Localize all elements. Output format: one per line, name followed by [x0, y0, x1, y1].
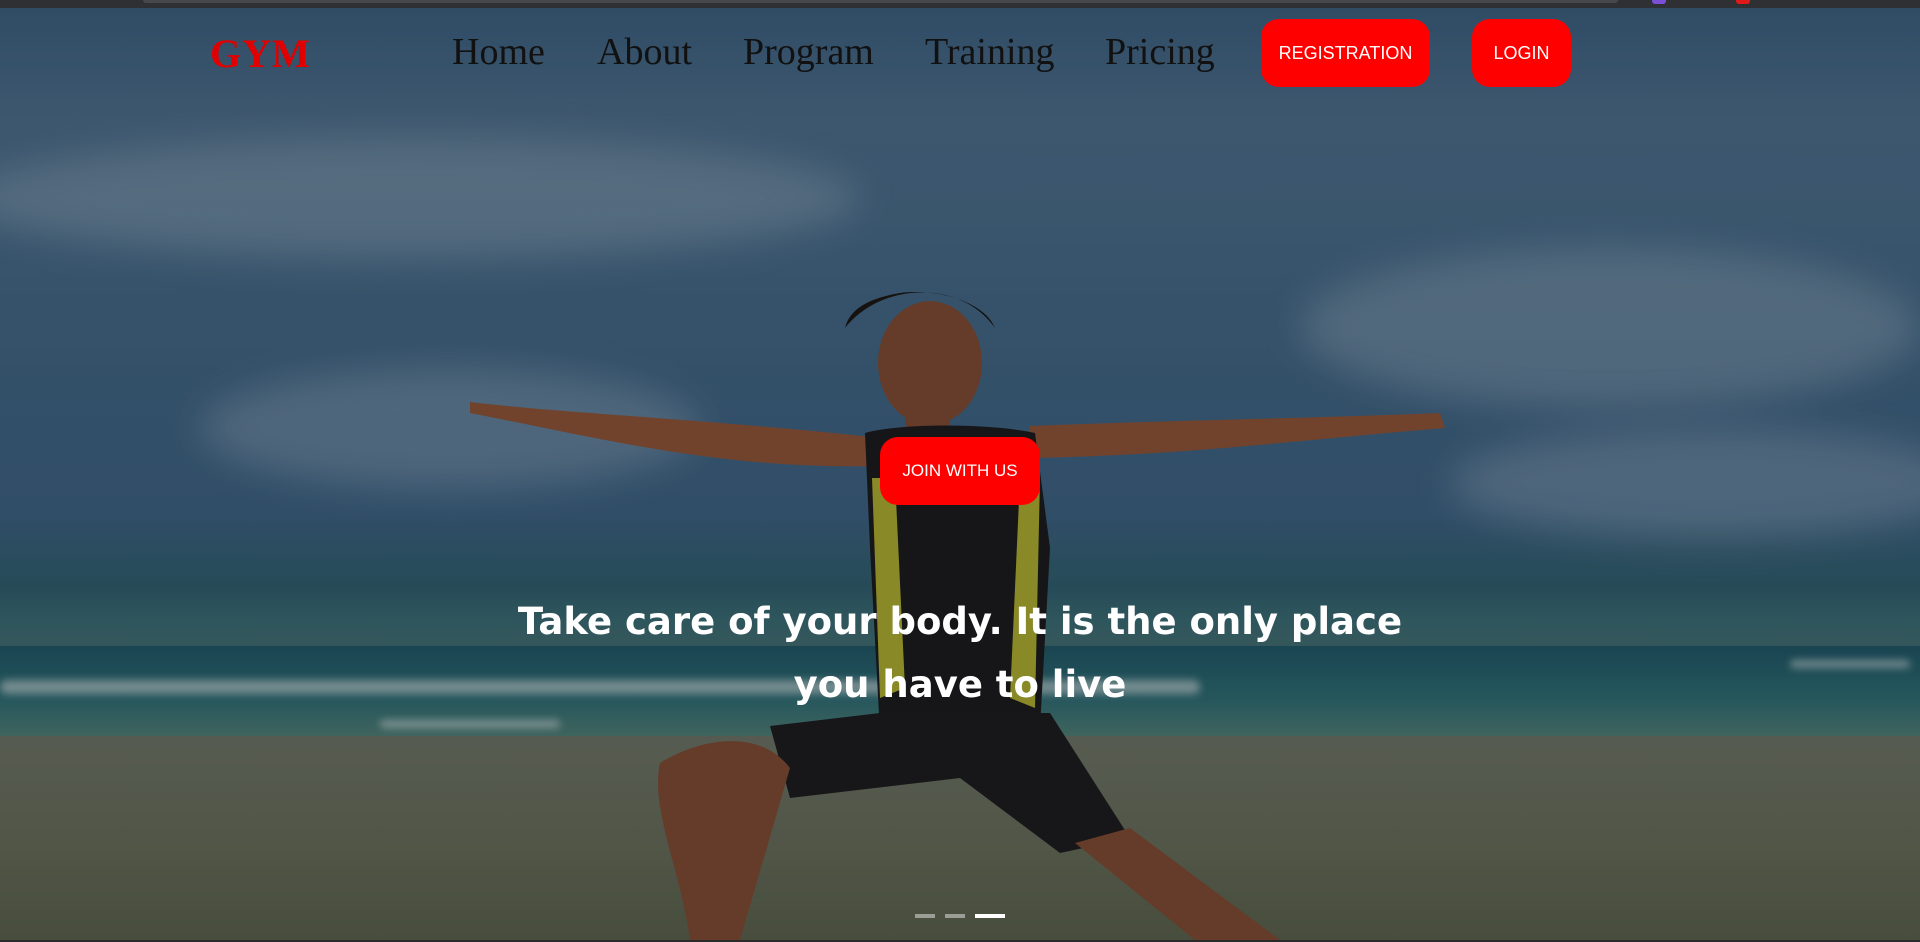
carousel-indicator-1[interactable]: [915, 914, 935, 918]
join-with-us-button[interactable]: JOIN WITH US: [880, 437, 1040, 505]
hero-content: JOIN WITH US Take care of your body. It …: [0, 0, 1920, 942]
browser-chrome-strip: [0, 0, 1920, 8]
extension-icon[interactable]: [1652, 0, 1666, 4]
hero-tagline: Take care of your body. It is the only p…: [517, 600, 1403, 706]
carousel-indicator-2[interactable]: [945, 914, 965, 918]
carousel-indicators: [915, 914, 1005, 918]
carousel-indicator-3[interactable]: [975, 914, 1005, 918]
address-bar[interactable]: [143, 0, 1618, 3]
record-icon[interactable]: [1736, 0, 1750, 4]
